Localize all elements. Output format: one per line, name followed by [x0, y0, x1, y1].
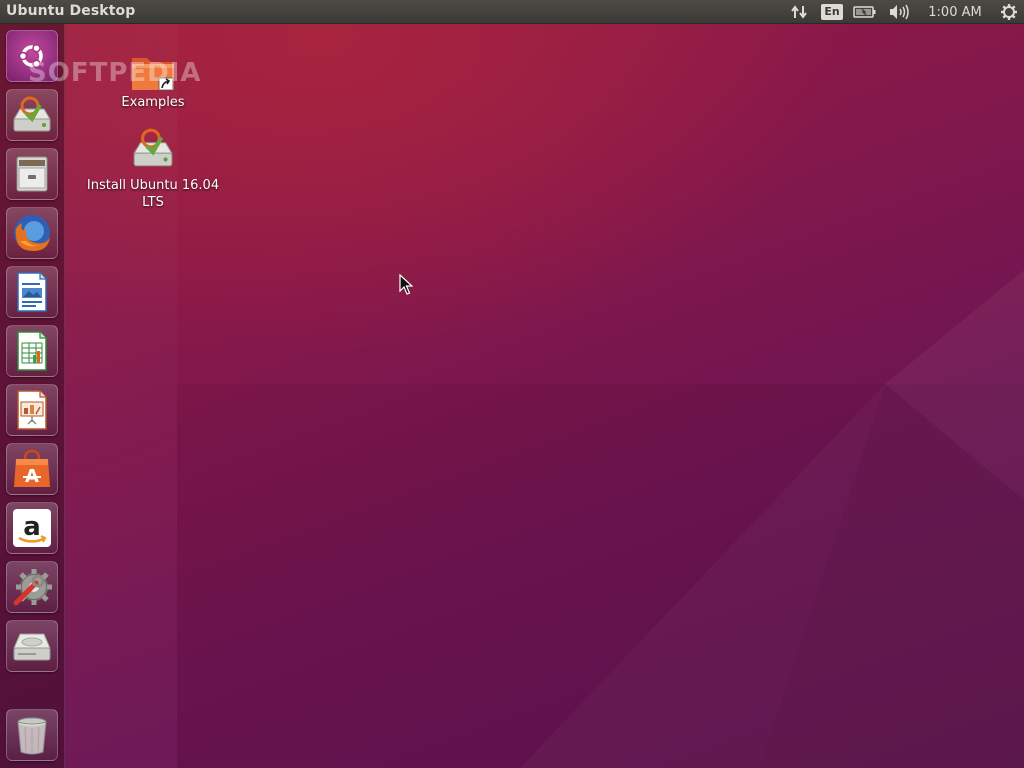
file-cabinet-icon [16, 156, 48, 192]
battery-indicator[interactable] [848, 0, 882, 24]
wallpaper-shapes [177, 270, 1024, 768]
desktop-wallpaper[interactable] [0, 0, 1024, 768]
firefox-icon [14, 215, 51, 251]
writer-document-icon [17, 272, 47, 312]
settings-wrench-icon [13, 569, 52, 606]
indicator-area: En 1:00 AM [782, 0, 1024, 24]
launcher-item-calc[interactable] [6, 325, 58, 377]
desktop-icon-label: Install Ubuntu 16.04 LTS [86, 178, 220, 210]
launcher-item-system-settings[interactable] [6, 561, 58, 613]
panel-app-title: Ubuntu Desktop [6, 3, 136, 19]
launcher-item-software-center[interactable]: A [6, 443, 58, 495]
calc-spreadsheet-icon [17, 331, 47, 371]
keyboard-layout-label: En [821, 4, 843, 20]
launcher-item-install-ubuntu[interactable] [6, 89, 58, 141]
keyboard-layout-indicator[interactable]: En [816, 0, 848, 24]
impress-presentation-icon [17, 390, 47, 430]
amazon-icon: a [13, 509, 51, 547]
clock-label: 1:00 AM [928, 4, 982, 20]
installer-drive-icon [13, 96, 51, 132]
launcher-item-impress[interactable] [6, 384, 58, 436]
network-updown-icon [791, 5, 807, 19]
launcher-item-trash[interactable] [6, 709, 58, 761]
svg-text:a: a [23, 512, 41, 542]
desktop-icon-install-ubuntu[interactable]: Install Ubuntu 16.04 LTS [78, 126, 228, 211]
installer-drive-icon [133, 128, 173, 167]
softpedia-watermark: SOFTPEDIA [28, 58, 202, 88]
volume-icon [890, 4, 909, 20]
mouse-cursor-icon [399, 274, 413, 295]
launcher-item-firefox[interactable] [6, 207, 58, 259]
clock-indicator[interactable]: 1:00 AM [916, 0, 994, 24]
shopping-bag-icon: A [14, 449, 50, 487]
launcher-item-amazon[interactable]: a [6, 502, 58, 554]
top-panel: Ubuntu Desktop En 1:00 AM [0, 0, 1024, 24]
network-indicator[interactable] [782, 0, 816, 24]
sound-indicator[interactable] [882, 0, 916, 24]
battery-icon [853, 6, 876, 18]
desktop-icon-label: Examples [121, 95, 185, 110]
gear-icon [1001, 4, 1017, 20]
launcher-item-writer[interactable] [6, 266, 58, 318]
hard-drive-icon [13, 633, 51, 661]
launcher: A a [0, 24, 65, 768]
launcher-item-drive[interactable] [6, 620, 58, 672]
launcher-item-files[interactable] [6, 148, 58, 200]
session-indicator[interactable] [994, 0, 1024, 24]
trash-icon [17, 717, 47, 755]
